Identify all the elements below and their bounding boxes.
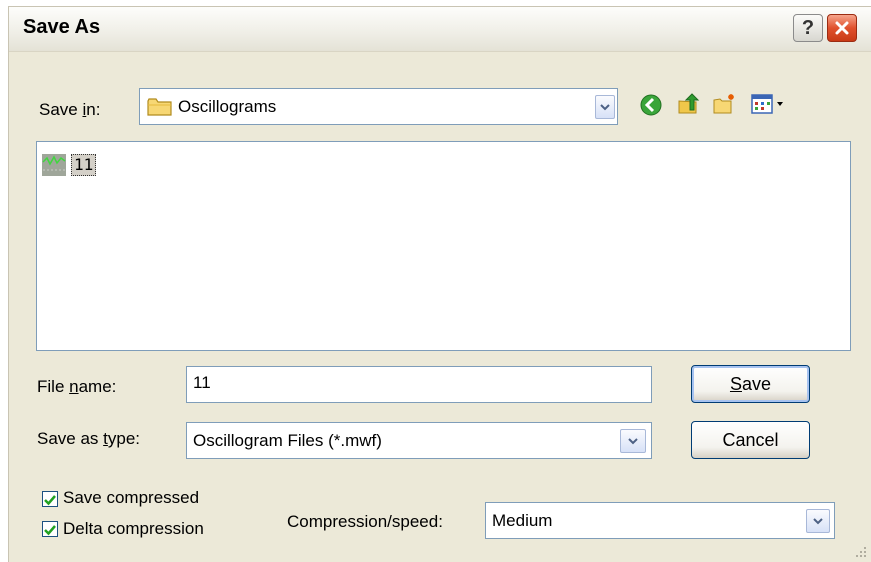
- help-icon: ?: [801, 16, 815, 39]
- save-compressed-checkbox[interactable]: [42, 491, 58, 507]
- cancel-button-label: Cancel: [722, 429, 779, 450]
- compression-speed-dropdown-button[interactable]: [806, 509, 830, 533]
- save-as-type-label: Save as type:: [37, 429, 141, 448]
- dialog-title: Save As: [23, 16, 101, 38]
- save-as-type-dropdown-button[interactable]: [620, 429, 646, 453]
- save-in-dropdown-button[interactable]: [595, 95, 615, 119]
- close-button[interactable]: [827, 14, 857, 42]
- up-folder-icon[interactable]: [676, 92, 700, 116]
- delta-compression-checkbox[interactable]: [42, 521, 58, 537]
- back-icon[interactable]: [639, 93, 663, 117]
- cancel-button[interactable]: Cancel: [691, 421, 810, 459]
- checkmark-icon: [44, 525, 56, 536]
- save-in-value: Oscillograms: [178, 97, 277, 116]
- file-name-input[interactable]: 11: [186, 366, 652, 403]
- save-in-label: Save in:: [39, 100, 101, 119]
- resize-grip-icon[interactable]: [853, 544, 867, 558]
- chevron-down-icon: [813, 518, 823, 525]
- compression-speed-value: Medium: [492, 511, 553, 530]
- file-item[interactable]: 11: [41, 152, 97, 178]
- save-as-dialog: Save As ? Save in: Oscillograms 11 File …: [8, 6, 871, 562]
- chevron-down-icon: [628, 438, 638, 445]
- file-name-value: 11: [193, 373, 211, 392]
- delta-compression-label: Delta compression: [63, 519, 204, 538]
- folder-icon: [147, 98, 172, 116]
- compression-speed-combo[interactable]: Medium: [485, 502, 835, 539]
- chevron-down-icon: [600, 104, 610, 111]
- file-list[interactable]: 11: [36, 141, 851, 351]
- save-as-type-value: Oscillogram Files (*.mwf): [193, 431, 382, 450]
- checkmark-icon: [44, 495, 56, 506]
- oscillogram-file-icon: [42, 154, 66, 176]
- views-menu-icon[interactable]: [749, 92, 789, 116]
- save-in-combo[interactable]: Oscillograms: [139, 88, 618, 125]
- save-compressed-label: Save compressed: [63, 488, 200, 507]
- close-icon: [835, 21, 849, 35]
- compression-speed-label: Compression/speed:: [287, 512, 443, 531]
- new-folder-icon[interactable]: [712, 92, 736, 116]
- save-as-type-combo[interactable]: Oscillogram Files (*.mwf): [186, 422, 652, 459]
- save-button[interactable]: Save: [691, 365, 810, 403]
- save-button-label: Save: [729, 373, 772, 394]
- title-bar[interactable]: Save As ?: [9, 7, 871, 52]
- file-name-label: File name:: [37, 377, 117, 396]
- help-button[interactable]: ?: [793, 14, 823, 42]
- file-item-label: 11: [71, 154, 97, 176]
